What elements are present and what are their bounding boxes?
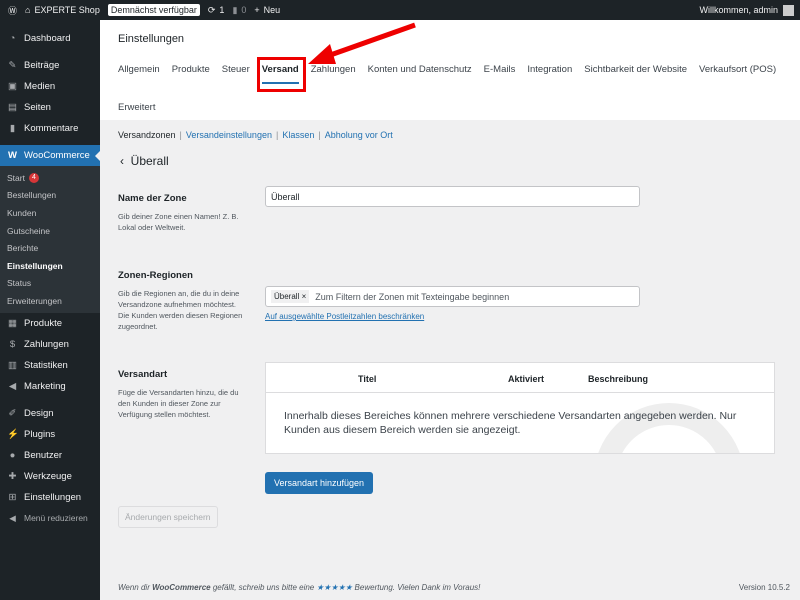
menu-plugins[interactable]: ⚡ Plugins xyxy=(0,424,100,445)
account-menu[interactable]: Willkommen, admin xyxy=(699,4,794,16)
start-count-badge: 4 xyxy=(28,172,39,183)
col-title: Titel xyxy=(358,374,377,384)
submenu-customers[interactable]: Kunden xyxy=(0,204,100,222)
save-changes-button[interactable]: Änderungen speichern xyxy=(118,506,218,528)
subnav-classes[interactable]: Klassen xyxy=(282,130,314,140)
submenu-settings[interactable]: Einstellungen xyxy=(0,257,100,275)
comments-link[interactable]: ▮ 0 xyxy=(232,5,246,16)
back-link[interactable]: ‹ Überall xyxy=(120,154,169,168)
plus-icon: + xyxy=(254,5,260,15)
shipping-methods-label: Versandart xyxy=(118,369,168,380)
submenu-status[interactable]: Status xyxy=(0,275,100,293)
tab-tax[interactable]: Steuer xyxy=(222,64,250,80)
version-text: Version 10.5.2 xyxy=(738,583,790,592)
menu-pages[interactable]: ▤ Seiten xyxy=(0,97,100,118)
products-icon: ▦ xyxy=(8,317,17,329)
tab-general[interactable]: Allgemein xyxy=(118,64,160,80)
menu-posts[interactable]: ✎ Beiträge xyxy=(0,55,100,76)
collapse-menu[interactable]: ◀ Menü reduzieren xyxy=(0,508,100,529)
highlight-box xyxy=(257,57,306,92)
menu-design[interactable]: ✐ Design xyxy=(0,403,100,424)
submenu-orders[interactable]: Bestellungen xyxy=(0,187,100,205)
tab-advanced[interactable]: Erweitert xyxy=(118,102,155,118)
zone-regions-label: Zonen-Regionen xyxy=(118,270,193,281)
col-enabled: Aktiviert xyxy=(508,374,545,384)
wordpress-logo-icon[interactable]: Ⓦ xyxy=(8,4,17,17)
megaphone-icon: ◀ xyxy=(8,380,17,392)
footer-text: Wenn dir WooCommerce gefällt, schreib un… xyxy=(118,583,481,592)
menu-woocommerce[interactable]: W WooCommerce xyxy=(0,145,100,166)
site-link[interactable]: ⌂ EXPERTE Shop xyxy=(25,5,100,15)
menu-tools[interactable]: ✚ Werkzeuge xyxy=(0,466,100,487)
updates-link[interactable]: ⟳ 1 xyxy=(208,5,225,16)
menu-analytics[interactable]: ▥ Statistiken xyxy=(0,355,100,376)
wrench-icon: ✚ xyxy=(8,470,17,482)
zone-name-label: Name der Zone xyxy=(118,193,187,204)
region-chip: Überall × xyxy=(271,290,310,303)
payments-icon: $ xyxy=(9,338,16,350)
zone-name-input[interactable]: Überall xyxy=(265,186,640,207)
menu-dashboard[interactable]: ◔ Dashboard xyxy=(0,28,100,49)
page-title: Einstellungen xyxy=(118,33,185,45)
tab-site-visibility[interactable]: Sichtbarkeit der Website xyxy=(584,64,687,80)
menu-payments[interactable]: $ Zahlungen xyxy=(0,334,100,355)
zone-name-description: Gib deiner Zone einen Namen! Z. B. Lokal… xyxy=(118,212,239,232)
settings-tabs: Allgemein Produkte Steuer Versand Zahlun… xyxy=(118,64,798,118)
chart-icon: ▥ xyxy=(8,359,17,371)
user-icon: ● xyxy=(9,449,16,461)
subnav-zones[interactable]: Versandzonen xyxy=(118,130,176,140)
add-shipping-method-button[interactable]: Versandart hinzufügen xyxy=(265,472,374,494)
chevron-left-icon: ‹ xyxy=(120,154,124,168)
pages-icon: ▤ xyxy=(8,102,17,113)
menu-products[interactable]: ▦ Produkte xyxy=(0,313,100,334)
empty-message: Innerhalb dieses Bereiches können mehrer… xyxy=(284,410,737,436)
home-icon: ⌂ xyxy=(25,5,31,15)
comment-icon: ▮ xyxy=(9,123,16,134)
coming-soon-badge[interactable]: Demnächst verfügbar xyxy=(107,4,200,16)
menu-users[interactable]: ● Benutzer xyxy=(0,445,100,466)
updates-icon: ⟳ xyxy=(207,4,216,15)
plug-icon: ⚡ xyxy=(7,428,19,440)
tab-pos[interactable]: Verkaufsort (POS) xyxy=(699,64,776,80)
shipping-methods-description: Füge die Versandarten hinzu, die du den … xyxy=(118,388,239,419)
dashboard-icon: ◔ xyxy=(9,33,16,44)
sidebar: ◔ Dashboard ✎ Beiträge ▣ Medien ▤ Seiten ▮ Ko… xyxy=(0,20,100,600)
tab-integration[interactable]: Integration xyxy=(527,64,572,80)
settings-header: Einstellungen Allgemein Produkte Steuer … xyxy=(100,20,800,120)
admin-bar: Ⓦ ⌂ EXPERTE Shop Demnächst verfügbar ⟳ 1 ▮… xyxy=(0,0,800,20)
red-arrow-icon xyxy=(308,22,416,64)
subnav-options[interactable]: Versandeinstellungen xyxy=(186,130,272,140)
media-icon: ▣ xyxy=(8,81,17,92)
tab-emails[interactable]: E-Mails xyxy=(484,64,516,80)
avatar xyxy=(783,4,794,16)
woo-icon: W xyxy=(8,150,17,161)
woocommerce-submenu: Start 4 Bestellungen Kunden Gutscheine Be… xyxy=(0,166,100,313)
table-header: Titel Aktiviert Beschreibung xyxy=(266,363,774,393)
menu-marketing[interactable]: ◀ Marketing xyxy=(0,376,100,397)
remove-chip-icon[interactable]: × xyxy=(302,292,307,301)
pin-icon: ✎ xyxy=(8,60,17,71)
postcode-limit-link[interactable]: Auf ausgewählte Postleitzahlen beschränk… xyxy=(265,312,424,321)
menu-comments[interactable]: ▮ Kommentare xyxy=(0,118,100,139)
menu-settings[interactable]: ⊞ Einstellungen xyxy=(0,487,100,508)
submenu-extensions[interactable]: Erweiterungen xyxy=(0,292,100,310)
subnav-pickup[interactable]: Abholung vor Ort xyxy=(325,130,393,140)
settings-icon: ⊞ xyxy=(8,491,17,503)
new-link[interactable]: + Neu xyxy=(254,5,280,15)
submenu-reports[interactable]: Berichte xyxy=(0,239,100,257)
zone-regions-input[interactable]: Überall × Zum Filtern der Zonen mit Texte… xyxy=(265,286,640,307)
submenu-coupons[interactable]: Gutscheine xyxy=(0,222,100,240)
comment-icon: ▮ xyxy=(232,4,238,15)
shipping-subnav: Versandzonen | Versandeinstellungen | Klasse… xyxy=(118,130,393,140)
collapse-icon: ◀ xyxy=(9,512,16,523)
brush-icon: ✐ xyxy=(8,407,17,419)
tab-products[interactable]: Produkte xyxy=(172,64,210,80)
submenu-start[interactable]: Start 4 xyxy=(0,169,100,187)
zone-regions-description: Gib die Regionen an, die du in deine Ver… xyxy=(118,289,243,331)
menu-media[interactable]: ▣ Medien xyxy=(0,76,100,97)
rating-link[interactable]: ★★★★★ xyxy=(316,583,352,592)
shipping-methods-table: Titel Aktiviert Beschreibung Innerhalb d… xyxy=(265,362,775,454)
col-description: Beschreibung xyxy=(588,374,649,384)
